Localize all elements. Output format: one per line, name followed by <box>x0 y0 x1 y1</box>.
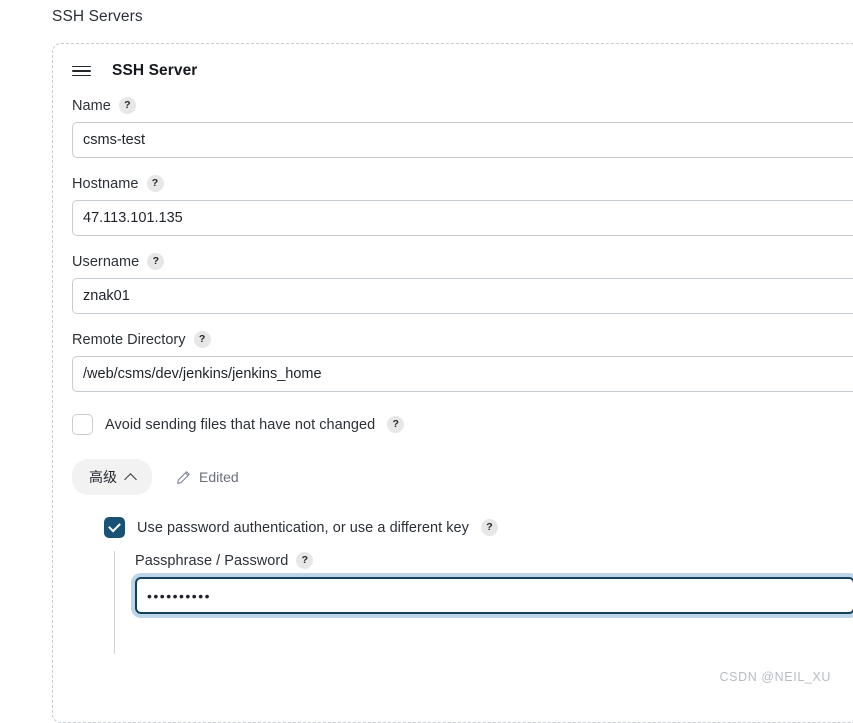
advanced-toggle-button[interactable]: 高级 <box>72 459 152 495</box>
indent-guide <box>114 551 115 654</box>
chevron-up-icon <box>124 472 137 486</box>
help-icon-remote-directory[interactable]: ? <box>193 331 211 348</box>
field-row-username: Username ? <box>72 253 853 314</box>
label-hostname-text: Hostname <box>72 175 139 192</box>
label-hostname: Hostname ? <box>72 175 853 192</box>
ssh-server-block: SSH Server Name ? Hostname ? <box>52 43 853 723</box>
ssh-servers-config-page: SSH Servers SSH Server Name ? Hostna <box>0 0 853 723</box>
label-remote-directory-text: Remote Directory <box>72 331 186 348</box>
username-input[interactable] <box>72 278 853 314</box>
help-icon-passphrase[interactable]: ? <box>296 552 314 569</box>
hamburger-drag-icon[interactable] <box>72 63 92 79</box>
field-row-remote-directory: Remote Directory ? <box>72 331 853 392</box>
help-icon-name[interactable]: ? <box>118 97 136 114</box>
advanced-row: 高级 Edited <box>72 459 853 495</box>
field-row-name: Name ? <box>72 97 853 158</box>
label-passphrase: Passphrase / Password ? <box>135 552 853 569</box>
help-icon-hostname[interactable]: ? <box>146 175 164 192</box>
label-name-text: Name <box>72 97 111 114</box>
advanced-section: Use password authentication, or use a di… <box>104 517 853 654</box>
pencil-icon <box>176 470 191 485</box>
label-name: Name ? <box>72 97 853 114</box>
avoid-sending-label: Avoid sending files that have not change… <box>105 416 376 433</box>
page-title: SSH Servers <box>52 8 143 25</box>
checkbox-row-avoid-sending[interactable]: Avoid sending files that have not change… <box>72 414 853 435</box>
edited-label: Edited <box>199 469 239 485</box>
help-icon-use-password-auth[interactable]: ? <box>480 519 498 536</box>
label-username: Username ? <box>72 253 853 270</box>
label-passphrase-text: Passphrase / Password <box>135 552 289 569</box>
use-password-auth-label: Use password authentication, or use a di… <box>137 519 469 536</box>
edited-indicator: Edited <box>176 469 239 485</box>
hostname-input[interactable] <box>72 200 853 236</box>
remote-directory-input[interactable] <box>72 356 853 392</box>
help-icon-username[interactable]: ? <box>147 253 165 270</box>
checkbox-row-use-password-auth[interactable]: Use password authentication, or use a di… <box>104 517 853 538</box>
help-icon-avoid-sending[interactable]: ? <box>387 416 405 433</box>
advanced-toggle-label: 高级 <box>89 469 117 485</box>
label-username-text: Username <box>72 253 140 270</box>
field-row-hostname: Hostname ? <box>72 175 853 236</box>
name-input[interactable] <box>72 122 853 158</box>
passphrase-group: Passphrase / Password ? <box>104 552 853 614</box>
block-title: SSH Server <box>112 62 198 79</box>
label-remote-directory: Remote Directory ? <box>72 331 853 348</box>
avoid-sending-checkbox[interactable] <box>72 414 93 435</box>
use-password-auth-checkbox[interactable] <box>104 517 125 538</box>
passphrase-input-wrap <box>135 577 853 614</box>
passphrase-input[interactable] <box>135 577 853 614</box>
block-header: SSH Server <box>72 60 853 82</box>
